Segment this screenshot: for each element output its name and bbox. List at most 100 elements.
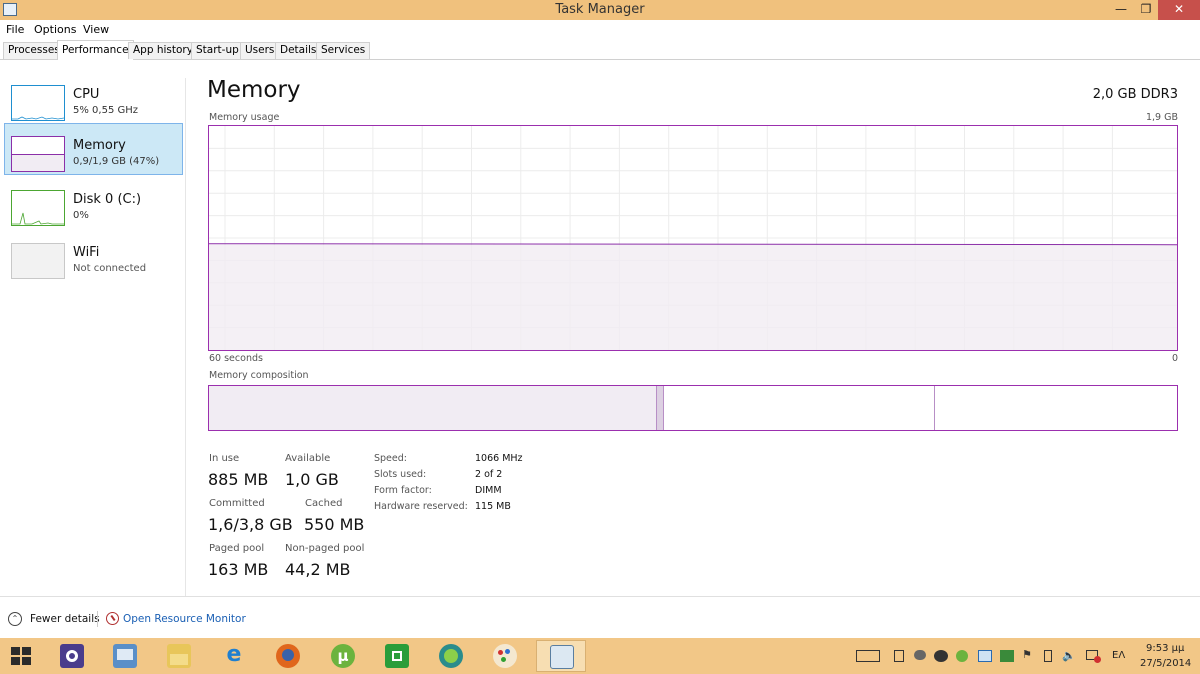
sidebar-item-cpu[interactable]: CPU 5% 0,55 GHz — [4, 72, 183, 124]
tab-processes[interactable]: Processes — [3, 42, 65, 59]
cached-value: 550 MB — [304, 515, 365, 534]
tab-services[interactable]: Services — [316, 42, 371, 59]
tab-performance[interactable]: Performance — [57, 40, 134, 60]
taskbar-utorrent[interactable]: µ — [328, 642, 358, 670]
non-paged-pool-label: Non-paged pool — [285, 543, 365, 554]
paged-pool-value: 163 MB — [208, 560, 269, 579]
memory-usage-area — [209, 244, 1177, 350]
non-paged-pool-value: 44,2 MB — [285, 560, 351, 579]
settings-gear-icon — [60, 644, 84, 668]
internet-explorer-icon: e — [226, 642, 242, 667]
taskbar-task-manager-active[interactable] — [536, 640, 586, 672]
cached-label: Cached — [305, 498, 343, 509]
tray-monitor-icon[interactable] — [978, 650, 992, 662]
tray-green-icon[interactable] — [1000, 650, 1014, 662]
clock-time[interactable]: 9:53 μμ — [1146, 643, 1184, 654]
remote-desktop-icon — [113, 644, 137, 668]
footer-bar: ⌃ Fewer details Open Resource Monitor — [0, 596, 1200, 638]
taskbar-firefox[interactable] — [273, 642, 303, 670]
menu-bar: File Options View — [0, 20, 1200, 38]
start-button[interactable] — [6, 642, 36, 670]
slots-used-value: 2 of 2 — [475, 469, 503, 480]
tab-details[interactable]: Details — [275, 42, 322, 59]
taskbar-file-explorer[interactable] — [164, 642, 194, 670]
menu-view[interactable]: View — [83, 23, 109, 36]
firefox-icon — [276, 644, 300, 668]
disk-usage-text: 0% — [73, 210, 89, 221]
tab-startup[interactable]: Start-up — [191, 42, 244, 59]
sidebar-item-disk[interactable]: Disk 0 (C:) 0% — [4, 177, 183, 229]
panel-divider[interactable] — [185, 78, 186, 598]
speed-value: 1066 MHz — [475, 453, 523, 464]
sidebar-item-wifi[interactable]: WiFi Not connected — [4, 230, 183, 282]
network-disconnected-icon[interactable] — [1086, 650, 1101, 663]
title-bar[interactable]: Task Manager — ❐ ✕ — [0, 0, 1200, 20]
tray-antivirus-icon[interactable] — [934, 650, 948, 662]
composition-modified-segment — [656, 386, 664, 430]
taskbar-globe-app[interactable] — [436, 642, 466, 670]
paged-pool-label: Paged pool — [209, 543, 265, 554]
memory-spec: 2,0 GB DDR3 — [1092, 87, 1178, 102]
slots-used-label: Slots used: — [374, 469, 427, 480]
taskbar-internet-explorer[interactable]: e — [219, 642, 249, 670]
tray-cloud-icon[interactable] — [914, 650, 928, 662]
window-title: Task Manager — [555, 2, 645, 17]
tab-users[interactable]: Users — [240, 42, 280, 59]
hardware-reserved-label: Hardware reserved: — [374, 501, 468, 512]
hardware-reserved-value: 115 MB — [475, 501, 511, 512]
memory-usage-text: 0,9/1,9 GB (47%) — [73, 156, 160, 167]
taskbar-settings[interactable] — [57, 642, 87, 670]
minimize-button[interactable]: — — [1108, 0, 1134, 20]
composition-standby-segment — [664, 386, 935, 430]
task-manager-window: Task Manager — ❐ ✕ File Options View Pro… — [0, 0, 1200, 638]
sidebar-item-memory[interactable]: Memory 0,9/1,9 GB (47%) — [4, 123, 183, 175]
file-explorer-icon — [167, 644, 191, 668]
taskbar-paint[interactable] — [490, 642, 520, 670]
paint-icon — [493, 644, 517, 668]
touch-keyboard-icon[interactable] — [856, 650, 880, 662]
memory-usage-line — [209, 243, 1177, 246]
committed-label: Committed — [209, 498, 265, 509]
start-windows-icon — [11, 647, 31, 665]
menu-options[interactable]: Options — [34, 23, 76, 36]
wifi-label: WiFi — [73, 245, 100, 260]
tab-strip: Processes Performance App history Start-… — [0, 40, 1200, 60]
resource-list: CPU 5% 0,55 GHz Memory 0,9/1,9 GB (47%) … — [0, 60, 186, 598]
memory-usage-label: Memory usage — [209, 112, 280, 123]
clock-date[interactable]: 27/5/2014 — [1140, 658, 1191, 669]
taskbar: e µ ⚑ 🔈 EΛ 9:53 μμ 27/5/2014 — [0, 638, 1200, 674]
taskbar-windows-store[interactable] — [382, 642, 412, 670]
tablet-icon[interactable] — [894, 650, 904, 662]
memory-details-panel: Memory 2,0 GB DDR3 Memory usage 1,9 GB 6… — [187, 60, 1200, 596]
available-value: 1,0 GB — [285, 470, 339, 489]
composition-in-use-segment — [209, 386, 656, 430]
disk-thumbnail-graph — [11, 190, 65, 226]
memory-usage-chart — [209, 126, 1177, 350]
memory-composition-bar — [208, 385, 1178, 431]
chevron-up-icon[interactable]: ⌃ — [8, 612, 22, 626]
battery-icon[interactable] — [1044, 650, 1052, 662]
memory-usage-max: 1,9 GB — [1145, 112, 1178, 123]
utorrent-icon: µ — [331, 644, 355, 668]
globe-sync-icon — [439, 644, 463, 668]
fewer-details-button[interactable]: Fewer details — [30, 613, 100, 625]
open-resource-monitor-link[interactable]: Open Resource Monitor — [123, 613, 246, 625]
axis-left-label: 60 seconds — [209, 353, 263, 364]
close-button[interactable]: ✕ — [1158, 0, 1200, 20]
memory-usage-graph — [208, 125, 1178, 351]
available-label: Available — [285, 453, 331, 464]
menu-file[interactable]: File — [6, 23, 24, 36]
tab-app-history[interactable]: App history — [128, 42, 198, 59]
taskbar-remote-desktop[interactable] — [110, 642, 140, 670]
volume-muted-icon[interactable]: 🔈 — [1062, 650, 1076, 662]
footer-divider — [97, 611, 98, 627]
input-language-indicator[interactable]: EΛ — [1112, 650, 1125, 661]
resource-monitor-icon[interactable] — [106, 612, 119, 625]
maximize-button[interactable]: ❐ — [1134, 0, 1158, 20]
form-factor-label: Form factor: — [374, 485, 432, 496]
speed-label: Speed: — [374, 453, 407, 464]
tray-utorrent-icon[interactable] — [956, 650, 970, 662]
flag-icon[interactable]: ⚑ — [1022, 649, 1036, 662]
wifi-status-text: Not connected — [73, 263, 147, 274]
in-use-label: In use — [209, 453, 240, 464]
